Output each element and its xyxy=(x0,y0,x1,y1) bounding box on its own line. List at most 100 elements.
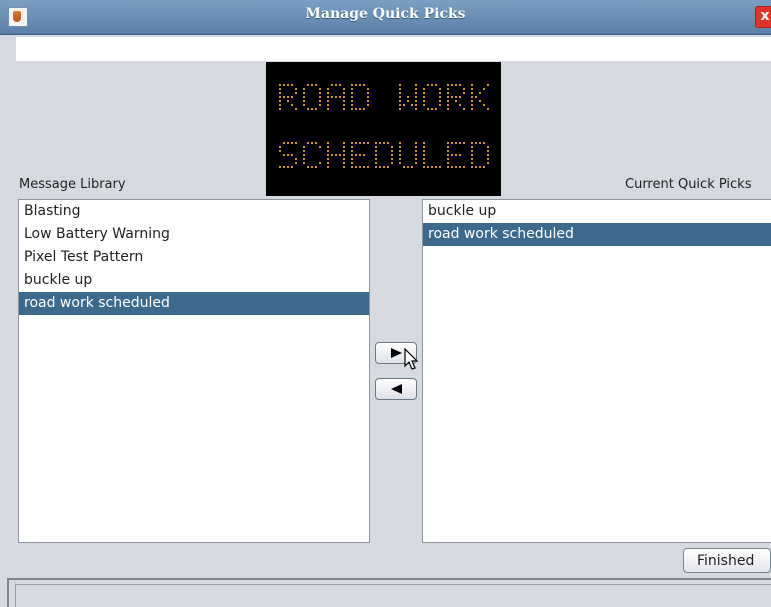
sign-led-dot xyxy=(422,141,426,145)
sign-led-dot xyxy=(358,153,362,157)
sign-led-dot xyxy=(450,165,454,169)
sign-led-dot xyxy=(398,87,402,91)
sign-led-dot xyxy=(438,91,442,95)
library-item-buckle-up[interactable]: buckle up xyxy=(19,269,369,292)
sign-led-dot xyxy=(470,157,474,161)
status-bar xyxy=(7,578,771,607)
sign-led-dot xyxy=(350,91,354,95)
sign-led-dot xyxy=(454,141,458,145)
sign-led-dot xyxy=(454,95,458,99)
sign-led-dot xyxy=(398,141,402,145)
sign-led-dot xyxy=(482,165,486,169)
sign-led-dot xyxy=(318,95,322,99)
sign-led-dot xyxy=(434,83,438,87)
sign-led-dot xyxy=(310,141,314,145)
sign-led-dot xyxy=(398,103,402,107)
sign-led-dot xyxy=(278,95,282,99)
sign-led-dot xyxy=(446,157,450,161)
sign-led-dot xyxy=(294,107,298,111)
sign-led-dot xyxy=(342,99,346,103)
sign-led-dot xyxy=(470,103,474,107)
sign-led-dot xyxy=(478,141,482,145)
sign-led-dot xyxy=(414,95,418,99)
library-item-low-battery-warning[interactable]: Low Battery Warning xyxy=(19,223,369,246)
remove-quick-pick-button[interactable] xyxy=(375,378,417,400)
sign-led-dot xyxy=(306,165,310,169)
close-button[interactable]: x xyxy=(755,6,771,28)
sign-led-dot xyxy=(354,107,358,111)
sign-led-dot xyxy=(290,83,294,87)
library-item-blasting[interactable]: Blasting xyxy=(19,200,369,223)
sign-led-dot xyxy=(290,103,294,107)
sign-led-dot xyxy=(414,107,418,111)
sign-led-dot xyxy=(470,165,474,169)
sign-led-dot xyxy=(374,161,378,165)
sign-led-dot xyxy=(318,87,322,91)
message-library-list[interactable]: Blasting Low Battery Warning Pixel Test … xyxy=(18,199,370,543)
sign-led-dot xyxy=(330,83,334,87)
finished-button[interactable]: Finished xyxy=(683,548,771,573)
sign-led-dot xyxy=(350,153,354,157)
sign-led-dot xyxy=(342,145,346,149)
sign-selector-bar xyxy=(16,37,771,61)
sign-led-dot xyxy=(286,99,290,103)
sign-led-dot xyxy=(282,83,286,87)
sign-led-dot xyxy=(486,107,490,111)
sign-led-dot xyxy=(326,157,330,161)
title-bar: Manage Quick Picks x xyxy=(0,0,771,35)
sign-led-dot xyxy=(386,141,390,145)
sign-led-dot xyxy=(486,161,490,165)
sign-led-dot xyxy=(470,95,474,99)
status-field xyxy=(15,584,771,607)
quick-pick-item-road-work-scheduled[interactable]: road work scheduled xyxy=(423,223,771,246)
sign-led-dot xyxy=(318,91,322,95)
sign-led-dot xyxy=(434,107,438,111)
library-item-road-work-scheduled[interactable]: road work scheduled xyxy=(19,292,369,315)
sign-led-dot xyxy=(286,95,290,99)
sign-led-dot xyxy=(414,87,418,91)
sign-led-dot xyxy=(414,141,418,145)
sign-led-dot xyxy=(278,103,282,107)
sign-led-dot xyxy=(326,99,330,103)
sign-led-dot xyxy=(350,103,354,107)
sign-led-dot xyxy=(486,157,490,161)
sign-led-dot xyxy=(390,157,394,161)
sign-led-dot xyxy=(382,141,386,145)
sign-led-dot xyxy=(342,153,346,157)
sign-led-dot xyxy=(470,145,474,149)
sign-led-dot xyxy=(330,153,334,157)
sign-led-dot xyxy=(378,141,382,145)
sign-led-dot xyxy=(278,99,282,103)
sign-led-dot xyxy=(354,83,358,87)
sign-led-dot xyxy=(422,91,426,95)
sign-led-dot xyxy=(366,91,370,95)
sign-led-dot xyxy=(398,99,402,103)
library-item-pixel-test-pattern[interactable]: Pixel Test Pattern xyxy=(19,246,369,269)
quick-picks-list[interactable]: buckle up road work scheduled xyxy=(422,199,771,543)
sign-led-dot xyxy=(378,165,382,169)
sign-dot-matrix xyxy=(278,83,490,169)
sign-led-dot xyxy=(286,83,290,87)
sign-preview xyxy=(266,62,501,196)
sign-led-dot xyxy=(414,157,418,161)
sign-led-dot xyxy=(422,145,426,149)
sign-led-dot xyxy=(474,165,478,169)
sign-led-dot xyxy=(422,157,426,161)
sign-led-dot xyxy=(486,149,490,153)
quick-pick-item-buckle-up[interactable]: buckle up xyxy=(423,200,771,223)
sign-led-dot xyxy=(342,165,346,169)
sign-led-dot xyxy=(430,107,434,111)
sign-led-dot xyxy=(458,95,462,99)
sign-led-dot xyxy=(406,165,410,169)
sign-led-dot xyxy=(414,99,418,103)
sign-led-dot xyxy=(302,87,306,91)
sign-led-dot xyxy=(338,153,342,157)
sign-led-dot xyxy=(434,165,438,169)
sign-led-dot xyxy=(398,149,402,153)
sign-led-dot xyxy=(302,91,306,95)
sign-led-dot xyxy=(374,141,378,145)
sign-led-dot xyxy=(302,149,306,153)
sign-led-dot xyxy=(326,161,330,165)
sign-led-dot xyxy=(398,83,402,87)
sign-led-dot xyxy=(350,149,354,153)
